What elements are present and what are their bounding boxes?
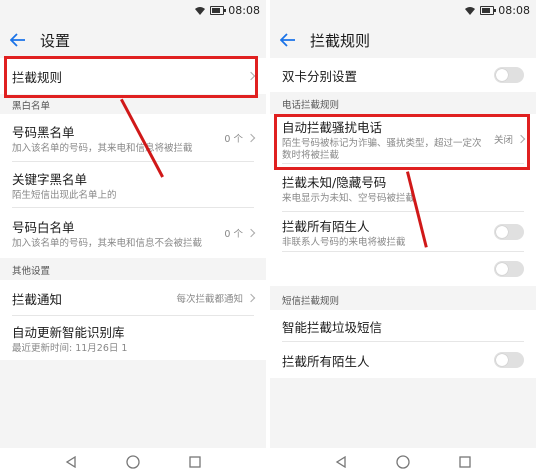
wifi-icon: [195, 6, 206, 15]
battery-icon: [210, 6, 227, 15]
block-strangers-label: 拦截所有陌生人: [282, 218, 370, 234]
chevron-right-icon: [246, 133, 256, 143]
auto-block-label: 自动拦截骚扰电话: [282, 119, 383, 135]
triangle-back-icon[interactable]: [65, 456, 77, 468]
auto-block-item[interactable]: 自动拦截骚扰电话 陌生号码被标记为诈骗、骚扰类型，超过一定次数时将被拦截 关闭: [270, 114, 536, 164]
status-time: 08:08: [498, 4, 530, 17]
keyword-blacklist-desc: 陌生短信出现此名单上的: [12, 189, 117, 201]
intercept-notify-item[interactable]: 拦截通知 每次拦截都通知: [0, 280, 266, 316]
keyword-blacklist-item[interactable]: 关键字黑名单 陌生短信出现此名单上的: [0, 162, 266, 208]
page-title: 拦截规则: [310, 31, 371, 50]
auto-block-value: 关闭: [493, 135, 513, 146]
intercept-notify-label: 拦截通知: [12, 291, 63, 307]
block-strangers-toggle[interactable]: [494, 224, 524, 240]
intercept-rules-screen: 08:08 拦截规则 双卡分别设置 电话拦截规则 自动拦截骚扰电话 陌生号码被标…: [270, 0, 536, 476]
title-bar: 设置: [0, 24, 266, 56]
dual-sim-toggle[interactable]: [494, 67, 524, 83]
dual-sim-item[interactable]: 双卡分别设置: [270, 58, 536, 92]
navigation-bar: [270, 448, 536, 476]
status-bar: 08:08: [0, 0, 266, 24]
number-whitelist-item[interactable]: 号码白名单 加入该名单的号码，其来电和信息不会被拦截 0 个: [0, 208, 266, 258]
sms-section-header: 短信拦截规则: [282, 296, 340, 307]
number-blacklist-desc: 加入该名单的号码，其来电和信息将被拦截: [12, 142, 193, 154]
block-unknown-label: 拦截未知/隐藏号码: [282, 174, 387, 190]
square-recent-icon[interactable]: [459, 456, 471, 468]
title-bar: 拦截规则: [270, 24, 536, 56]
chevron-right-icon: [246, 71, 256, 81]
block-unknown-item[interactable]: 拦截未知/隐藏号码 来电显示为未知、空号码被拦截: [270, 164, 536, 212]
status-time: 08:08: [228, 4, 260, 17]
circle-home-icon[interactable]: [396, 455, 410, 469]
status-bar: 08:08: [270, 0, 536, 24]
circle-home-icon[interactable]: [126, 455, 140, 469]
other-section-header: 其他设置: [12, 266, 51, 277]
back-arrow-icon[interactable]: [8, 30, 28, 50]
auto-block-desc: 陌生号码被标记为诈骗、骚扰类型，超过一定次数时将被拦截: [282, 137, 482, 161]
number-whitelist-desc: 加入该名单的号码，其来电和信息不会被拦截: [12, 237, 203, 249]
number-whitelist-label: 号码白名单: [12, 219, 75, 235]
sms-strangers-item[interactable]: 拦截所有陌生人: [270, 342, 536, 378]
intercept-notify-value: 每次拦截都通知: [176, 294, 243, 305]
smart-spam-item[interactable]: 智能拦截垃圾短信: [270, 310, 536, 342]
intercept-rules-item[interactable]: 拦截规则: [0, 58, 266, 94]
number-blacklist-count: 0 个: [224, 134, 243, 145]
chevron-right-icon: [246, 293, 256, 303]
block-strangers-desc: 非联系人号码的来电将被拦截: [282, 236, 406, 248]
navigation-bar: [0, 448, 266, 476]
auto-update-label: 自动更新智能识别库: [12, 324, 125, 340]
number-blacklist-label: 号码黑名单: [12, 124, 75, 140]
block-strangers-item[interactable]: 拦截所有陌生人 非联系人号码的来电将被拦截: [270, 212, 536, 252]
chevron-right-icon: [246, 228, 256, 238]
wifi-icon: [465, 6, 476, 15]
chevron-right-icon: [516, 134, 526, 144]
block-unknown-desc: 来电显示为未知、空号码被拦截: [282, 192, 416, 204]
battery-icon: [480, 6, 497, 15]
extra-toggle-item[interactable]: [270, 252, 536, 286]
auto-update-desc: 最近更新时间: 11月26日 1: [12, 342, 128, 354]
smart-spam-label: 智能拦截垃圾短信: [282, 319, 383, 335]
triangle-back-icon[interactable]: [335, 456, 347, 468]
extra-toggle[interactable]: [494, 261, 524, 277]
sms-strangers-label: 拦截所有陌生人: [282, 353, 370, 369]
auto-update-item[interactable]: 自动更新智能识别库 最近更新时间: 11月26日 1: [0, 316, 266, 360]
call-section-header: 电话拦截规则: [282, 100, 340, 111]
sms-strangers-toggle[interactable]: [494, 352, 524, 368]
keyword-blacklist-label: 关键字黑名单: [12, 171, 88, 187]
blacklist-section-header: 黑白名单: [12, 101, 51, 112]
intercept-rules-label: 拦截规则: [12, 69, 63, 85]
page-title: 设置: [40, 31, 71, 50]
number-whitelist-count: 0 个: [224, 229, 243, 240]
dual-sim-label: 双卡分别设置: [282, 68, 358, 84]
back-arrow-icon[interactable]: [278, 30, 298, 50]
settings-screen: 08:08 设置 拦截规则 黑白名单 号码黑名单 加入该名单的号码，其来电和信息…: [0, 0, 266, 476]
square-recent-icon[interactable]: [189, 456, 201, 468]
